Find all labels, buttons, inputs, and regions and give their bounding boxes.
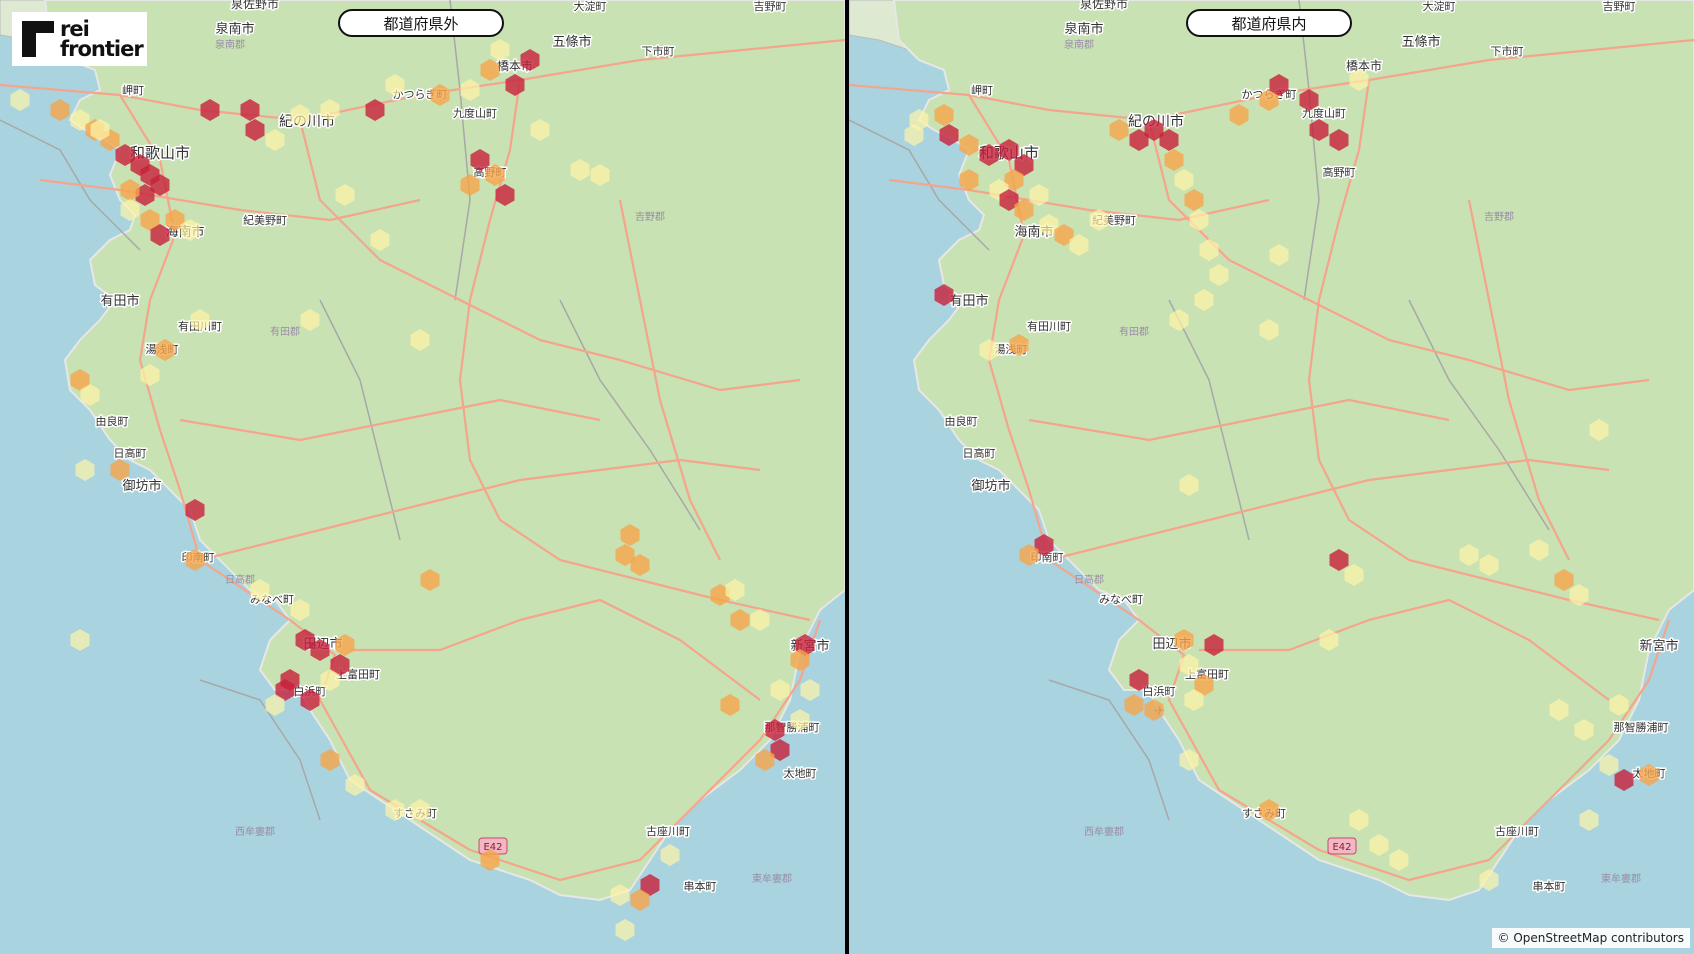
place-label: 太地町 (784, 767, 817, 780)
land-area (43, 0, 845, 902)
place-label: 下市町 (1491, 44, 1524, 58)
place-label: 泉南市 (1064, 21, 1103, 37)
heat-hexagon (615, 919, 635, 941)
logo: rei frontier (12, 12, 147, 66)
place-label: 有田市 (100, 293, 139, 309)
district-label: 有田郡 (1119, 325, 1149, 338)
place-label: 古座川町 (1495, 824, 1539, 838)
place-label: 串本町 (1533, 879, 1566, 893)
basemap: 泉佐野市泉南市岬町和歌山市紀の川市かつらぎ町橋本市五條市九度山町高野町海南市紀美… (849, 0, 1694, 902)
place-label: 日高町 (114, 446, 147, 460)
place-label: 日高町 (963, 446, 996, 460)
road-shield-e42: E42 (1327, 837, 1357, 855)
heat-hexagon (10, 89, 30, 111)
place-label: 御坊市 (122, 478, 161, 494)
place-label: 吉野町 (1603, 0, 1636, 13)
logo-text: rei frontier (60, 17, 144, 61)
district-label: 西牟婁郡 (235, 825, 275, 838)
place-label: 那智勝浦町 (1614, 720, 1669, 734)
place-label: 泉南市 (215, 21, 254, 37)
map-title: 都道府県内 (1186, 9, 1352, 37)
basemap: 泉佐野市泉南市岬町和歌山市紀の川市かつらぎ町橋本市五條市九度山町高野町海南市紀美… (0, 0, 845, 941)
district-label: 日高郡 (225, 573, 255, 586)
place-label: 泉佐野市 (1080, 0, 1128, 11)
place-label: 串本町 (684, 879, 717, 893)
land-area (892, 0, 1694, 902)
heat-hexagon (1124, 694, 1144, 716)
district-label: 東牟婁郡 (752, 872, 792, 885)
district-label: 吉野郡 (1484, 211, 1514, 223)
map-panel-inside-prefecture[interactable]: 泉佐野市泉南市岬町和歌山市紀の川市かつらぎ町橋本市五條市九度山町高野町海南市紀美… (849, 0, 1694, 954)
place-label: 五條市 (552, 34, 591, 50)
heat-hexagon (110, 459, 130, 481)
heat-hexagon (75, 459, 95, 481)
heat-hexagon (1579, 809, 1599, 831)
district-label: 日高郡 (1074, 573, 1104, 586)
place-label: 吉野町 (754, 0, 787, 13)
place-label: 岬町 (122, 84, 144, 97)
place-label: 古座川町 (646, 824, 690, 838)
district-label: 泉南郡 (215, 38, 245, 51)
district-label: 西牟婁郡 (1084, 825, 1124, 838)
heat-hexagon (1614, 769, 1634, 791)
place-label: 御坊市 (971, 478, 1010, 494)
place-label: 大淀町 (574, 0, 607, 13)
place-label: 新宮市 (1639, 638, 1678, 654)
map-title: 都道府県外 (338, 9, 504, 37)
district-label: 有田郡 (270, 325, 300, 338)
map-panel-outside-prefecture[interactable]: 泉佐野市泉南市岬町和歌山市紀の川市かつらぎ町橋本市五條市九度山町高野町海南市紀美… (0, 0, 845, 954)
place-label: 由良町 (945, 414, 978, 428)
district-label: 東牟婁郡 (1601, 872, 1641, 885)
heat-hexagon (660, 844, 680, 866)
place-label: 有田市 (949, 293, 988, 309)
place-label: 有田川町 (1027, 319, 1071, 333)
place-label: みなべ町 (1099, 593, 1143, 606)
logo-mark-icon (22, 21, 54, 57)
place-label: 紀美野町 (243, 214, 287, 227)
map-attribution: © OpenStreetMap contributors (1491, 928, 1690, 948)
heat-hexagon (800, 679, 820, 701)
place-label: 橋本市 (1346, 58, 1382, 73)
district-label: 泉南郡 (1064, 38, 1094, 51)
place-label: 下市町 (642, 44, 675, 58)
place-label: 岬町 (971, 84, 993, 97)
place-label: 九度山町 (453, 106, 497, 120)
place-label: 泉佐野市 (231, 0, 279, 11)
place-label: 五條市 (1401, 34, 1440, 50)
place-label: 由良町 (96, 414, 129, 428)
heat-hexagon (50, 99, 70, 121)
place-label: 大淀町 (1423, 0, 1456, 13)
place-label: 高野町 (1323, 165, 1356, 179)
district-label: 吉野郡 (635, 211, 665, 223)
heat-hexagon (70, 629, 90, 651)
svg-text:E42: E42 (1332, 842, 1351, 853)
